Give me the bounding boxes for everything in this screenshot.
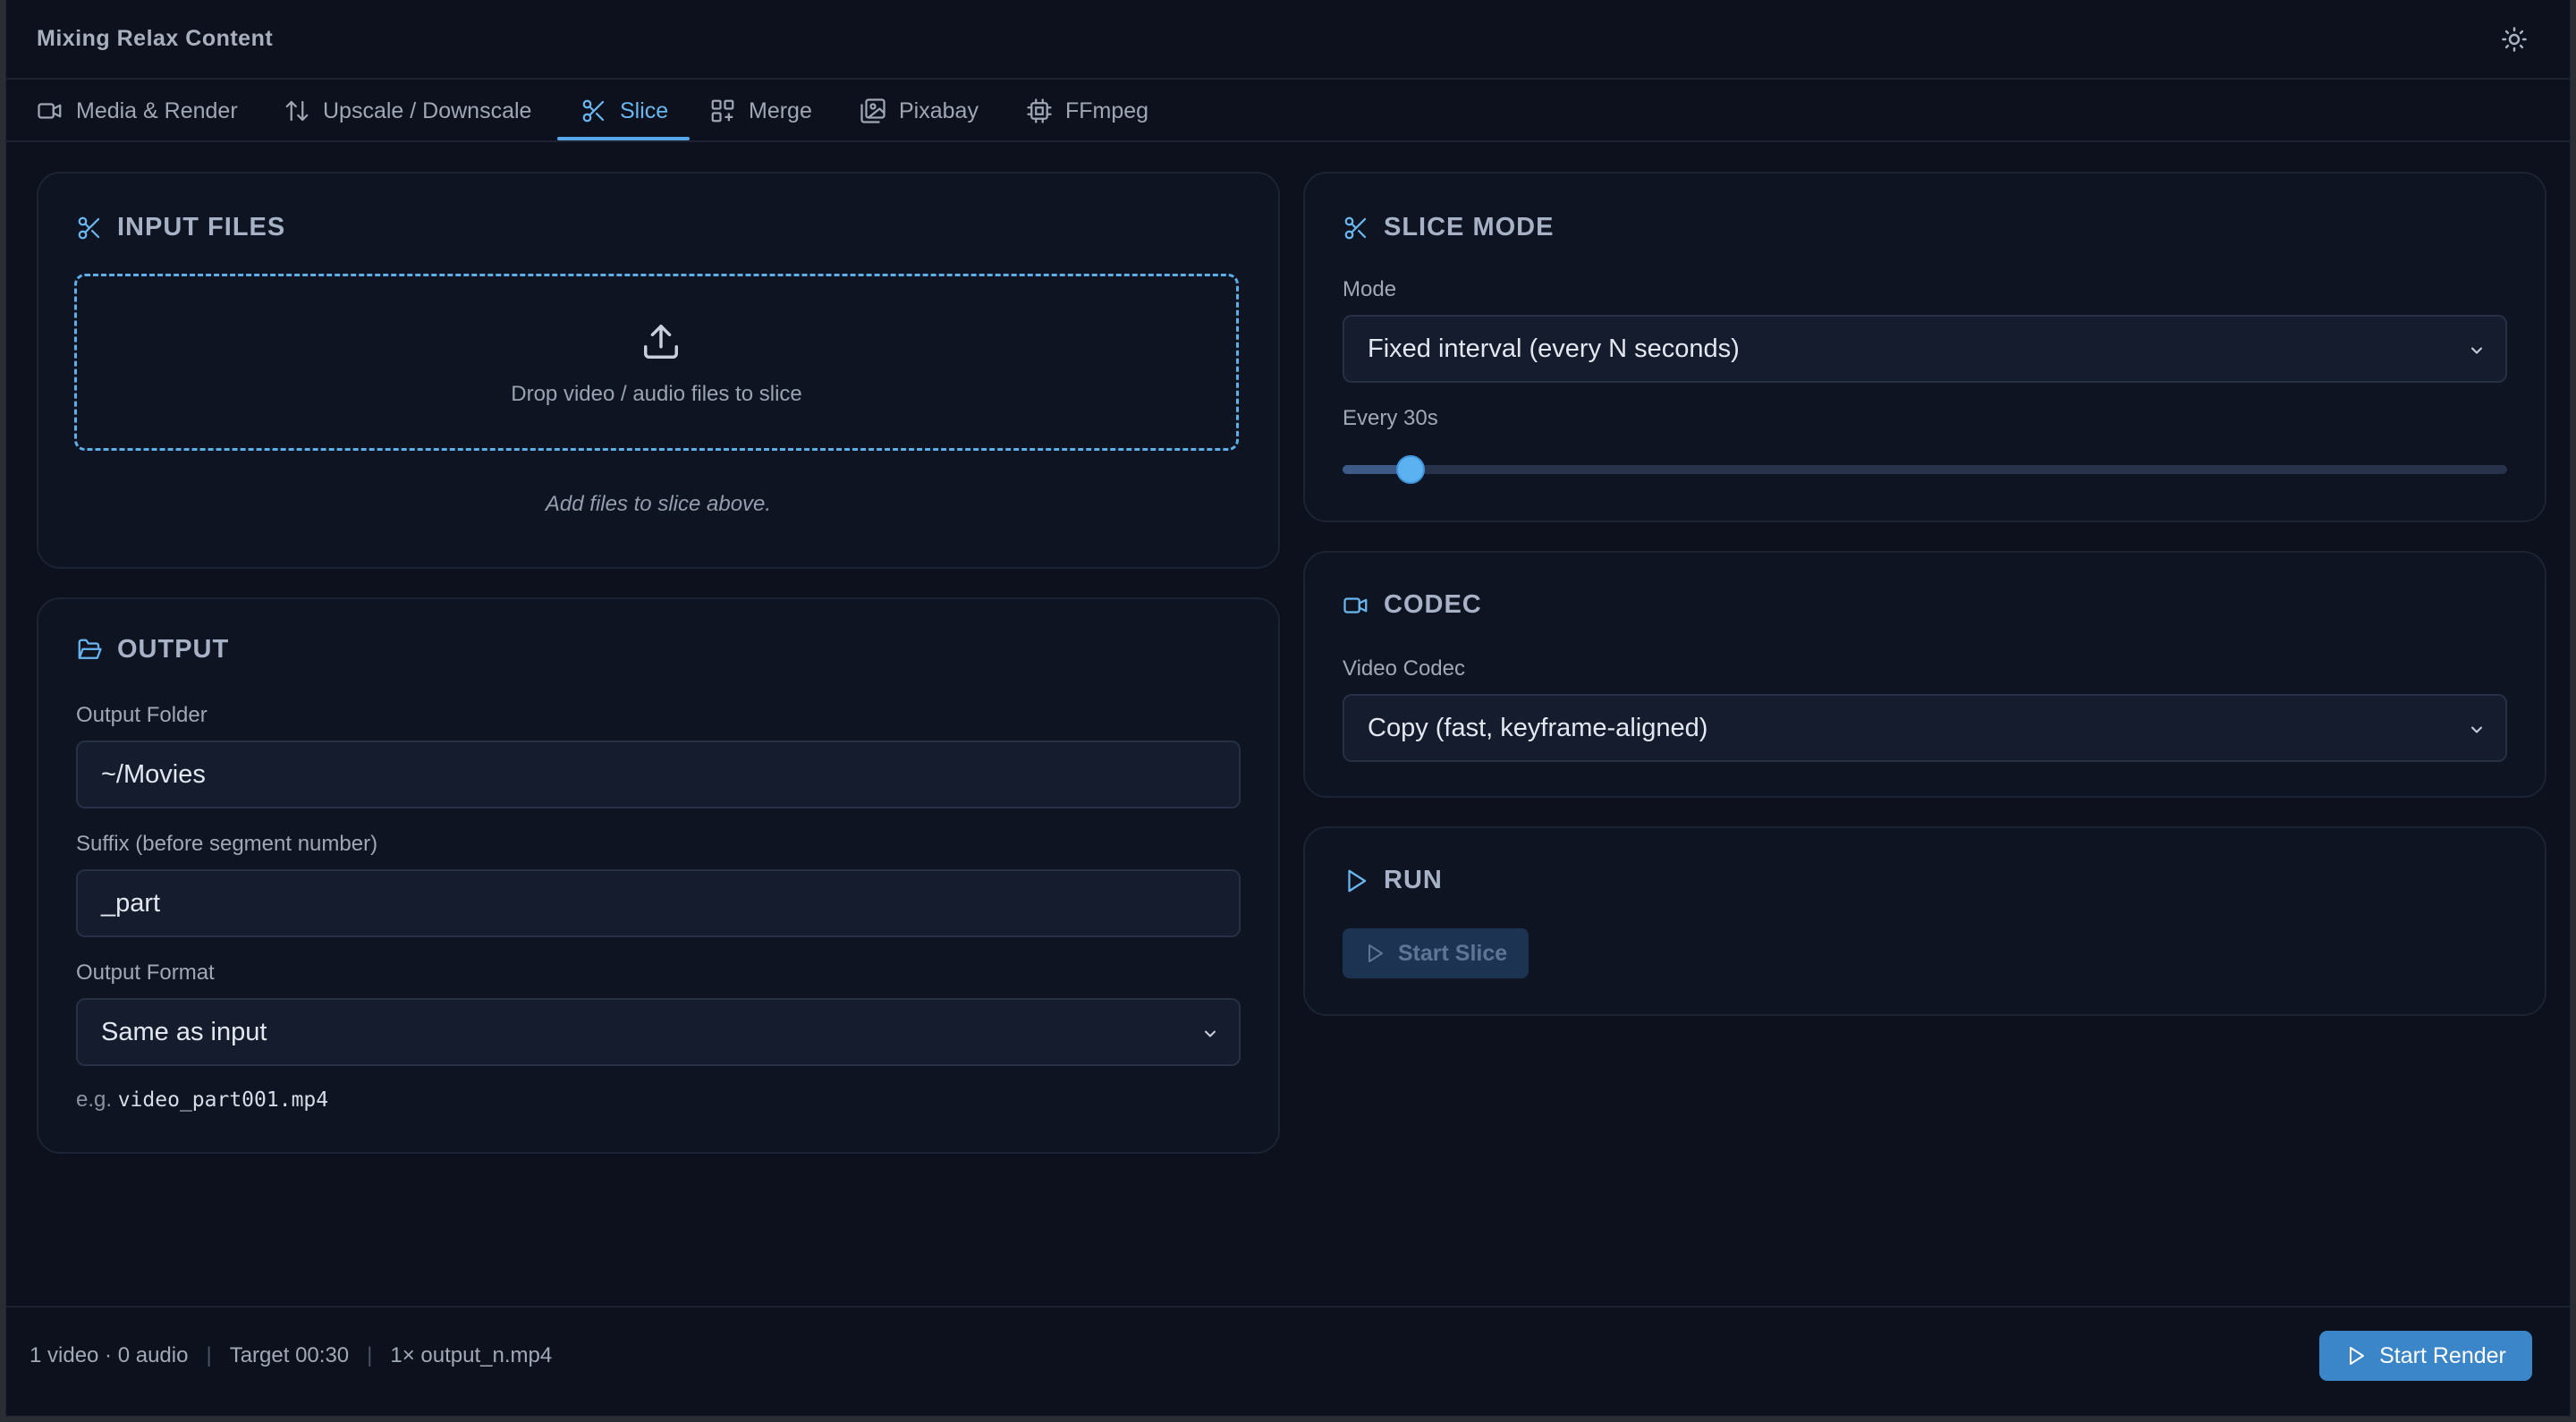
chevron-down-icon: [1205, 1030, 1216, 1037]
images-icon: [860, 98, 886, 123]
chevron-down-icon: [2471, 347, 2482, 354]
status-footer: 1 video · 0 audio | Target 00:30 | 1× ou…: [6, 1306, 2570, 1416]
start-render-label: Start Render: [2379, 1342, 2506, 1368]
output-format-select[interactable]: Same as input: [76, 998, 1241, 1066]
empty-files-hint: Add files to slice above.: [545, 492, 772, 516]
tab-label: Media & Render: [76, 97, 238, 123]
start-slice-label: Start Slice: [1397, 940, 1508, 966]
suffix-value: _part: [101, 888, 161, 918]
upload-icon: [644, 325, 678, 359]
filename-example: e.g. video_part001.mp4: [76, 1088, 328, 1113]
suffix-input[interactable]: _part: [76, 869, 1241, 937]
app-window: Mixing Relax Content Media & Render Upsc…: [5, 0, 2571, 1417]
card-title: RUN: [1343, 866, 1443, 895]
tab-slice[interactable]: Slice: [580, 80, 668, 142]
card-title: INPUT FILES: [76, 213, 285, 242]
output-card: OUTPUT Output Folder ~/Movies Suffix (be…: [37, 597, 1280, 1154]
target-duration: Target 00:30: [229, 1343, 350, 1367]
tab-label: Slice: [620, 97, 669, 123]
mode-label: Mode: [1343, 277, 1397, 301]
tab-label: FFmpeg: [1065, 97, 1149, 123]
theme-toggle-button[interactable]: [2498, 23, 2530, 55]
example-prefix: e.g.: [76, 1088, 113, 1112]
scissors-icon: [1344, 216, 1367, 239]
interval-slider[interactable]: [1343, 455, 2507, 484]
output-summary: 1× output_n.mp4: [390, 1343, 553, 1367]
chevron-down-icon: [2471, 726, 2482, 733]
interval-label: Every 30s: [1343, 406, 1438, 430]
divider: |: [206, 1343, 212, 1367]
card-title-text: RUN: [1384, 866, 1443, 894]
sun-icon: [2502, 27, 2527, 52]
media-count: 1 video · 0 audio: [30, 1343, 189, 1367]
app-title: Mixing Relax Content: [37, 26, 274, 51]
card-title-text: SLICE MODE: [1384, 213, 1555, 241]
output-format-label: Output Format: [76, 961, 215, 985]
card-title-text: CODEC: [1384, 590, 1482, 619]
mode-select[interactable]: Fixed interval (every N seconds): [1343, 315, 2507, 383]
run-card: RUN Start Slice: [1303, 826, 2546, 1016]
tab-label: Upscale / Downscale: [323, 97, 532, 123]
scissors-icon: [78, 216, 100, 239]
card-title: SLICE MODE: [1343, 213, 1554, 242]
example-filename: video_part001.mp4: [117, 1088, 329, 1112]
start-slice-button[interactable]: Start Slice: [1343, 928, 1529, 978]
merge-icon: [711, 99, 734, 123]
suffix-label: Suffix (before segment number): [76, 832, 378, 856]
arrows-up-down-icon: [285, 100, 309, 122]
output-folder-label: Output Folder: [76, 703, 208, 727]
play-icon: [2350, 1347, 2365, 1365]
codec-card: CODEC Video Codec Copy (fast, keyframe-a…: [1303, 551, 2546, 798]
card-title-text: INPUT FILES: [117, 213, 286, 241]
file-dropzone[interactable]: Drop video / audio files to slice: [74, 274, 1239, 451]
folder-open-icon: [78, 639, 102, 659]
input-files-card: INPUT FILES Drop video / audio files to …: [37, 172, 1280, 569]
chip-icon: [1027, 98, 1052, 123]
card-title-text: OUTPUT: [117, 635, 230, 664]
app-header: Mixing Relax Content: [6, 0, 2570, 80]
video-codec-select[interactable]: Copy (fast, keyframe-aligned): [1343, 694, 2507, 762]
tab-ffmpeg[interactable]: FFmpeg: [1026, 80, 1148, 142]
output-folder-input[interactable]: ~/Movies: [76, 741, 1241, 808]
slider-thumb[interactable]: [1395, 455, 1425, 484]
video-codec-label: Video Codec: [1343, 656, 1465, 681]
tab-pixabay[interactable]: Pixabay: [860, 80, 979, 142]
status-bar: 1 video · 0 audio | Target 00:30 | 1× ou…: [30, 1343, 552, 1368]
scissors-icon: [582, 99, 605, 123]
play-icon: [1348, 869, 1367, 892]
output-folder-value: ~/Movies: [101, 759, 206, 789]
tab-label: Pixabay: [899, 97, 979, 123]
slice-mode-card: SLICE MODE Mode Fixed interval (every N …: [1303, 172, 2546, 522]
tab-label: Merge: [749, 97, 812, 123]
output-format-value: Same as input: [101, 1017, 267, 1046]
video-camera-icon: [1343, 597, 1368, 614]
tab-media-render[interactable]: Media & Render: [37, 80, 238, 142]
tab-bar: Media & Render Upscale / Downscale Slice…: [6, 80, 2570, 142]
video-codec-value: Copy (fast, keyframe-aligned): [1368, 713, 1708, 742]
start-render-button[interactable]: Start Render: [2319, 1331, 2532, 1381]
tab-upscale-downscale[interactable]: Upscale / Downscale: [284, 80, 531, 142]
dropzone-text: Drop video / audio files to slice: [511, 382, 802, 406]
mode-value: Fixed interval (every N seconds): [1368, 334, 1740, 363]
play-icon: [1368, 944, 1383, 962]
card-title: CODEC: [1343, 590, 1482, 620]
video-camera-icon: [38, 103, 62, 119]
active-tab-indicator: [557, 137, 690, 140]
tab-merge[interactable]: Merge: [709, 80, 812, 142]
card-title: OUTPUT: [76, 635, 229, 664]
divider: |: [367, 1343, 373, 1367]
